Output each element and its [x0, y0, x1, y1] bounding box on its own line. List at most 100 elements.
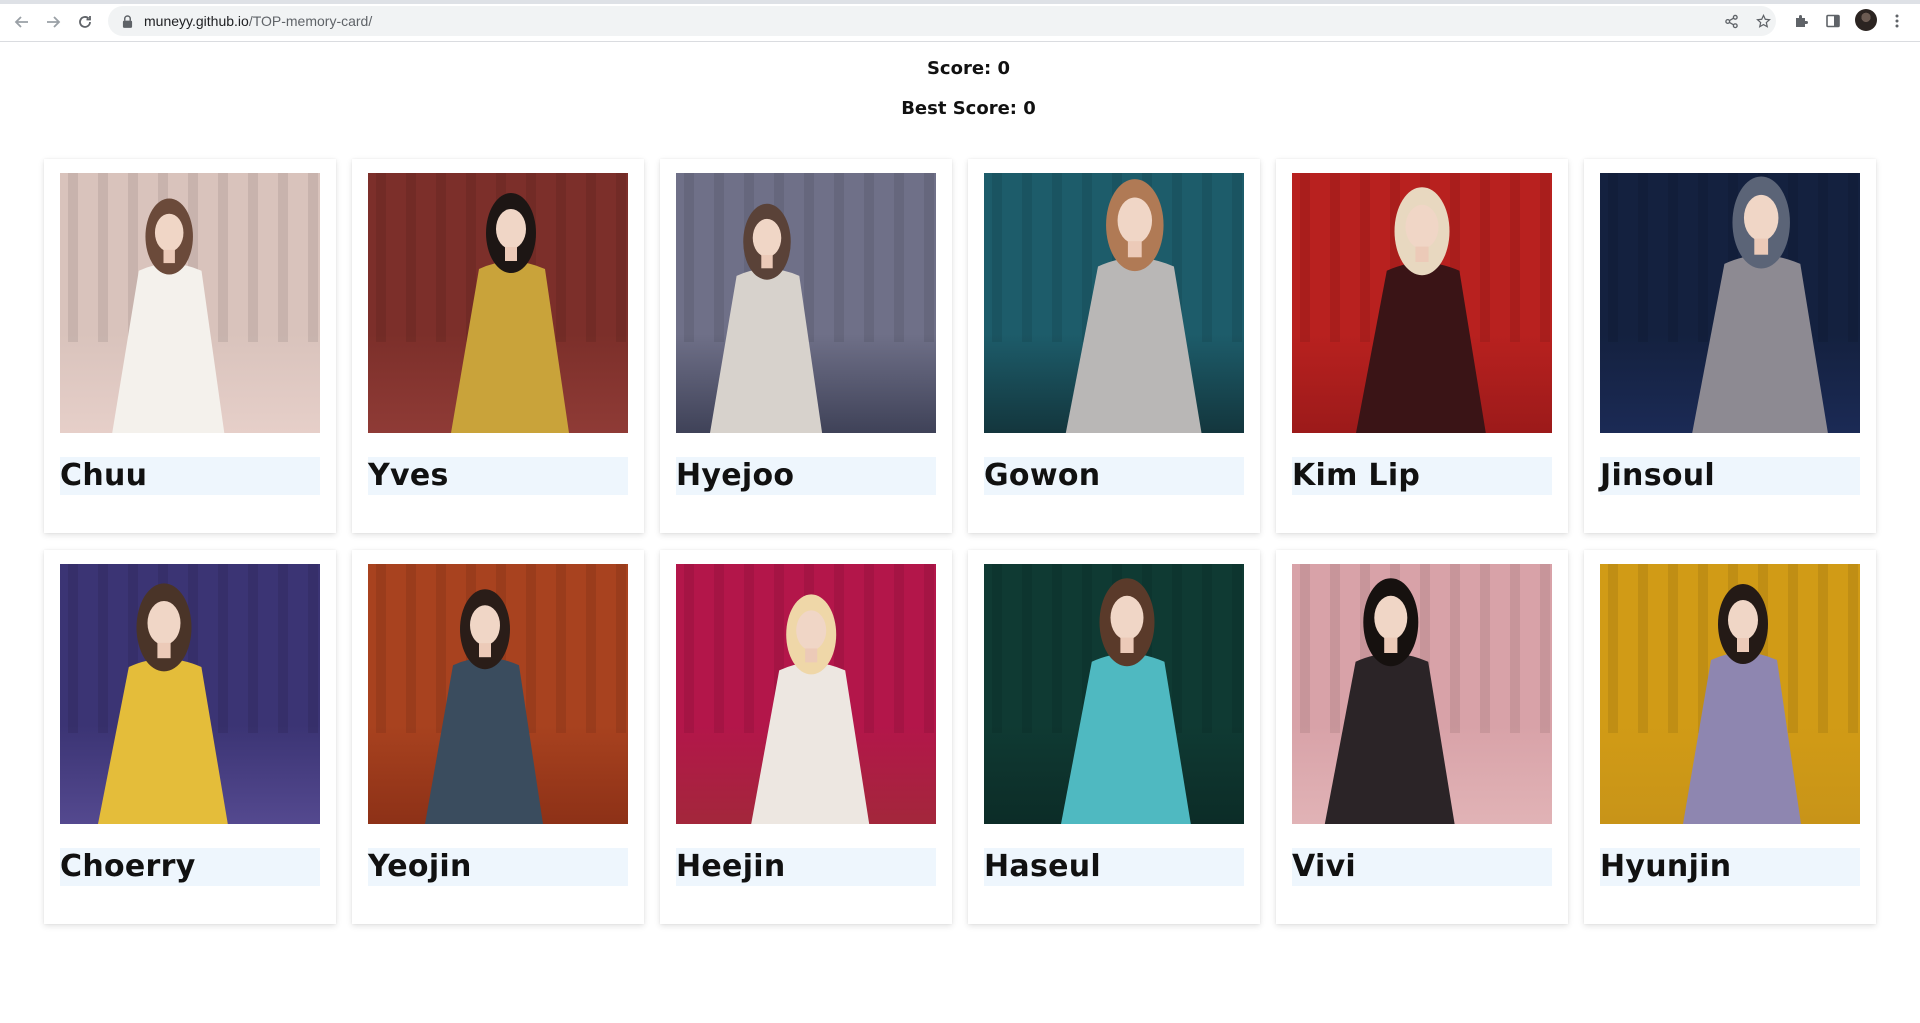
url-text[interactable]: muneyy.github.io/TOP-memory-card/ — [144, 13, 372, 29]
figure-face — [1117, 197, 1153, 244]
card-name: Choerry — [60, 849, 196, 884]
curtain-fold — [1232, 564, 1242, 733]
card-name: Yeojin — [368, 849, 472, 884]
portrait-illustration — [992, 173, 1242, 433]
url-host: muneyy.github.io — [144, 13, 249, 29]
curtain-fold — [714, 564, 724, 733]
star-icon[interactable] — [1752, 10, 1774, 32]
card-photo[interactable] — [1600, 173, 1860, 433]
figure-neck — [1384, 637, 1398, 653]
curtain-fold — [1172, 564, 1182, 733]
card[interactable]: Choerry — [44, 550, 336, 924]
card-photo[interactable] — [676, 564, 936, 824]
card[interactable]: Hyejoo — [660, 159, 952, 533]
curtain-fold — [1608, 564, 1618, 733]
portrait-illustration — [1300, 564, 1550, 824]
figure-neck — [479, 643, 491, 658]
card[interactable]: Vivi — [1276, 550, 1568, 924]
curtain-fold — [864, 173, 874, 342]
figure-neck — [1120, 637, 1134, 653]
curtain-fold — [1052, 173, 1062, 342]
score-value: 0 — [997, 58, 1011, 79]
curtain-fold — [1668, 173, 1678, 342]
card-photo[interactable] — [676, 173, 936, 433]
best-score-value: 0 — [1023, 98, 1036, 119]
card-photo[interactable] — [984, 173, 1244, 433]
card-photo[interactable] — [1292, 173, 1552, 433]
card[interactable]: Gowon — [968, 159, 1260, 533]
curtain-fold — [1300, 173, 1310, 342]
figure-outfit — [751, 662, 870, 824]
card-name-bar: Choerry — [60, 848, 320, 886]
card-name: Hyunjin — [1600, 849, 1732, 884]
curtain-fold — [1232, 173, 1242, 342]
card-name-bar: Haseul — [984, 848, 1244, 886]
card-grid: Chuu Yves Hyejoo Gowon Kim Lip Jinsoul C… — [44, 159, 1876, 924]
card[interactable]: Jinsoul — [1584, 159, 1876, 533]
card[interactable]: Yeojin — [352, 550, 644, 924]
card-name-bar: Jinsoul — [1600, 457, 1860, 495]
score-label: Score: — [926, 58, 992, 79]
figure-neck — [1737, 638, 1749, 652]
curtain-fold — [1480, 173, 1490, 342]
figure-neck — [163, 249, 175, 264]
card-photo[interactable] — [60, 564, 320, 824]
forward-arrow-icon[interactable] — [41, 10, 65, 34]
best-score: Best Score: 0 — [901, 98, 1036, 120]
card-photo[interactable] — [984, 564, 1244, 824]
card-photo[interactable] — [368, 173, 628, 433]
extensions-icon[interactable] — [1790, 10, 1812, 32]
figure-face — [752, 218, 782, 257]
portrait-illustration — [1608, 564, 1858, 824]
card-name: Kim Lip — [1292, 458, 1421, 493]
side-panel-icon[interactable] — [1822, 10, 1844, 32]
curtain-fold — [992, 564, 1002, 733]
share-icon[interactable] — [1720, 10, 1742, 32]
profile-avatar[interactable] — [1855, 9, 1877, 31]
curtain-fold — [556, 564, 566, 733]
back-arrow-icon[interactable] — [10, 10, 34, 34]
curtain-fold — [586, 564, 596, 733]
card-name-bar: Chuu — [60, 457, 320, 495]
curtain-fold — [1638, 564, 1648, 733]
card-name-bar: Hyunjin — [1600, 848, 1860, 886]
curtain-fold — [218, 173, 228, 342]
curtain-fold — [1480, 564, 1490, 733]
card[interactable]: Yves — [352, 159, 644, 533]
portrait-illustration — [992, 564, 1242, 824]
card[interactable]: Heejin — [660, 550, 952, 924]
figure-outfit — [1692, 255, 1828, 433]
card-name: Heejin — [676, 849, 786, 884]
curtain-fold — [376, 173, 386, 342]
curtain-fold — [68, 173, 78, 342]
card-photo[interactable] — [368, 564, 628, 824]
curtain-fold — [278, 173, 288, 342]
curtain-fold — [992, 173, 1002, 342]
card[interactable]: Kim Lip — [1276, 159, 1568, 533]
curtain-fold — [436, 564, 446, 733]
card-photo[interactable] — [1600, 564, 1860, 824]
curtain-fold — [1330, 564, 1340, 733]
address-bar[interactable]: muneyy.github.io/TOP-memory-card/ — [108, 6, 1776, 36]
card-name: Chuu — [60, 458, 148, 493]
card-photo[interactable] — [60, 173, 320, 433]
card-photo[interactable] — [1292, 564, 1552, 824]
curtain-fold — [98, 564, 108, 733]
card[interactable]: Hyunjin — [1584, 550, 1876, 924]
curtain-fold — [248, 173, 258, 342]
portrait-illustration — [376, 173, 626, 433]
figure-outfit — [1061, 653, 1191, 824]
curtain-fold — [1202, 564, 1212, 733]
curtain-fold — [616, 564, 626, 733]
card[interactable]: Chuu — [44, 159, 336, 533]
curtain-fold — [1818, 564, 1828, 733]
curtain-fold — [248, 564, 258, 733]
menu-dots-icon[interactable] — [1886, 10, 1908, 32]
card[interactable]: Haseul — [968, 550, 1260, 924]
curtain-fold — [864, 564, 874, 733]
lock-icon[interactable] — [122, 14, 134, 28]
figure-face — [1728, 600, 1758, 640]
reload-icon[interactable] — [73, 10, 97, 34]
best-score-label: Best Score: — [901, 98, 1017, 119]
curtain-fold — [436, 173, 446, 342]
